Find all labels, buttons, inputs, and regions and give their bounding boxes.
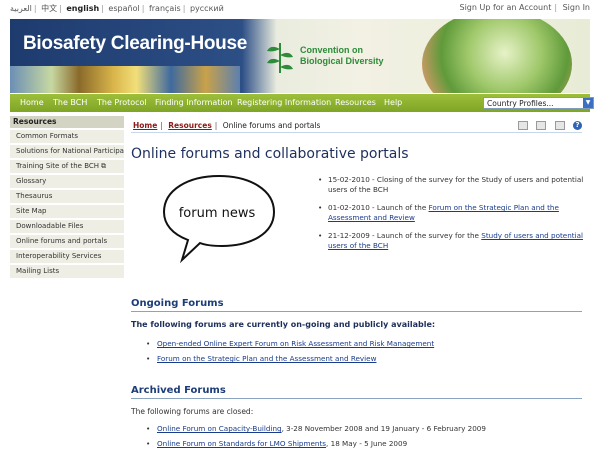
top-bar: العربية | 中文 | english | español | français |…: [0, 0, 600, 16]
breadcrumb: Home | Resources | Online forums and porta…: [131, 116, 582, 133]
chevron-down-icon: ▼: [583, 98, 593, 108]
sidebar-item-label: Common Formats: [16, 132, 79, 140]
country-profiles-value: Country Profiles...: [487, 99, 554, 108]
list-item: Open-ended Online Expert Forum on Risk A…: [141, 339, 581, 349]
sidebar-item-downloadable-files[interactable]: Downloadable Files: [10, 220, 124, 233]
forum-dates: , 18 May - 5 June 2009: [326, 439, 408, 448]
list-item: Forum on the Strategic Plan and the Asse…: [141, 354, 581, 364]
signin-link[interactable]: Sign In: [563, 3, 590, 12]
nav-the-protocol[interactable]: The Protocol: [97, 98, 147, 107]
forum-link-risk-assessment[interactable]: Open-ended Online Expert Forum on Risk A…: [157, 339, 434, 348]
site-banner: Biosafety Clearing-House Convention on B…: [10, 19, 590, 93]
news-text: 01-02-2010 - Launch of the: [328, 203, 429, 212]
list-item: 21-12-2009 - Launch of the survey for th…: [312, 231, 584, 251]
sidebar-item-label: Thesaurus: [16, 192, 53, 200]
archived-forums-heading: Archived Forums: [131, 385, 226, 396]
page-tools: ?: [512, 120, 582, 130]
sidebar-item-glossary[interactable]: Glossary: [10, 175, 124, 188]
breadcrumb-home[interactable]: Home: [133, 121, 157, 130]
language-selector: العربية | 中文 | english | español | français |…: [10, 4, 224, 13]
list-item: 01-02-2010 - Launch of the Forum on the …: [312, 203, 584, 223]
help-icon[interactable]: ?: [573, 120, 582, 130]
nav-help[interactable]: Help: [384, 98, 402, 107]
sidebar-item-label: Training Site of the BCH: [16, 162, 100, 170]
news-list: 15-02-2010 - Closing of the survey for t…: [312, 175, 584, 259]
archived-forums-list: Online Forum on Capacity-Building, 3-28 …: [141, 424, 581, 449]
sidebar-item-label: Downloadable Files: [16, 222, 84, 230]
sidebar-item-label: Site Map: [16, 207, 47, 215]
sidebar-heading: Resources: [10, 116, 124, 128]
account-links: Sign Up for an Account | Sign In: [459, 3, 591, 12]
sidebar-item-label: Online forums and portals: [16, 237, 108, 245]
breadcrumb-current: Online forums and portals: [222, 121, 321, 130]
divider: [131, 311, 582, 312]
sidebar-item-interoperability[interactable]: Interoperability Services: [10, 250, 124, 263]
archived-forums-text: The following forums are closed:: [131, 407, 254, 416]
forum-link-lmo-shipments[interactable]: Online Forum on Standards for LMO Shipme…: [157, 439, 326, 448]
breadcrumb-resources[interactable]: Resources: [168, 121, 212, 130]
sidebar-item-label: Glossary: [16, 177, 47, 185]
sidebar-item-training-site[interactable]: Training Site of the BCH ⧉: [10, 160, 124, 173]
email-page-icon[interactable]: [517, 120, 528, 130]
nav-the-bch[interactable]: The BCH: [53, 98, 87, 107]
lang-arabic[interactable]: العربية: [10, 4, 32, 13]
lang-russian[interactable]: русский: [190, 4, 224, 13]
lang-spanish[interactable]: español: [108, 4, 139, 13]
forum-dates: , 3-28 November 2008 and 19 January - 6 …: [281, 424, 486, 433]
lang-french[interactable]: français: [149, 4, 181, 13]
divider: [131, 398, 582, 399]
sidebar-item-solutions[interactable]: Solutions for National Participation: [10, 145, 124, 158]
nav-home[interactable]: Home: [20, 98, 44, 107]
forum-link-capacity-building[interactable]: Online Forum on Capacity-Building: [157, 424, 282, 433]
page-title: Online forums and collaborative portals: [131, 146, 409, 162]
ongoing-forums-list: Open-ended Online Expert Forum on Risk A…: [141, 339, 581, 364]
country-profiles-select[interactable]: Country Profiles... ▼: [483, 97, 594, 109]
cbd-line1: Convention on: [300, 45, 363, 55]
nav-registering-information[interactable]: Registering Information: [237, 98, 331, 107]
signup-link[interactable]: Sign Up for an Account: [460, 3, 552, 12]
news-text: 21-12-2009 - Launch of the survey for th…: [328, 231, 482, 240]
cbd-logo-icon: [267, 43, 293, 73]
sidebar-item-label: Mailing Lists: [16, 267, 60, 275]
ongoing-forums-subtitle: The following forums are currently on-go…: [131, 320, 436, 329]
sidebar-item-label: Interoperability Services: [16, 252, 102, 260]
bookmark-icon[interactable]: [536, 120, 547, 130]
main-nav: Home The BCH The Protocol Finding Inform…: [10, 94, 594, 112]
sidebar-item-common-formats[interactable]: Common Formats: [10, 130, 124, 143]
news-text: 15-02-2010 - Closing of the survey for t…: [328, 175, 584, 194]
nav-finding-information[interactable]: Finding Information: [155, 98, 233, 107]
site-title[interactable]: Biosafety Clearing-House: [23, 33, 247, 55]
globe-image: [422, 19, 572, 93]
external-window-icon: ⧉: [101, 162, 107, 170]
forum-news-bubble: forum news: [162, 174, 276, 264]
forum-link-strategic-plan[interactable]: Forum on the Strategic Plan and the Asse…: [157, 354, 376, 363]
lang-english[interactable]: english: [66, 4, 99, 13]
sidebar-item-site-map[interactable]: Site Map: [10, 205, 124, 218]
nav-resources[interactable]: Resources: [335, 98, 376, 107]
print-icon[interactable]: [554, 120, 565, 130]
ongoing-forums-heading: Ongoing Forums: [131, 298, 224, 309]
banner-photo-strip: [10, 66, 240, 93]
cbd-line2: Biological Diversity: [300, 56, 384, 66]
sidebar-item-thesaurus[interactable]: Thesaurus: [10, 190, 124, 203]
cbd-name: Convention on Biological Diversity: [300, 45, 384, 67]
sidebar: Resources Common Formats Solutions for N…: [10, 116, 124, 278]
sidebar-item-mailing-lists[interactable]: Mailing Lists: [10, 265, 124, 278]
list-item: 15-02-2010 - Closing of the survey for t…: [312, 175, 584, 195]
bubble-text: forum news: [179, 206, 256, 221]
sidebar-item-online-forums[interactable]: Online forums and portals: [10, 235, 124, 248]
sidebar-item-label: Solutions for National Participation: [16, 147, 124, 155]
list-item: Online Forum on Standards for LMO Shipme…: [141, 439, 581, 449]
list-item: Online Forum on Capacity-Building, 3-28 …: [141, 424, 581, 434]
lang-chinese[interactable]: 中文: [41, 4, 57, 13]
